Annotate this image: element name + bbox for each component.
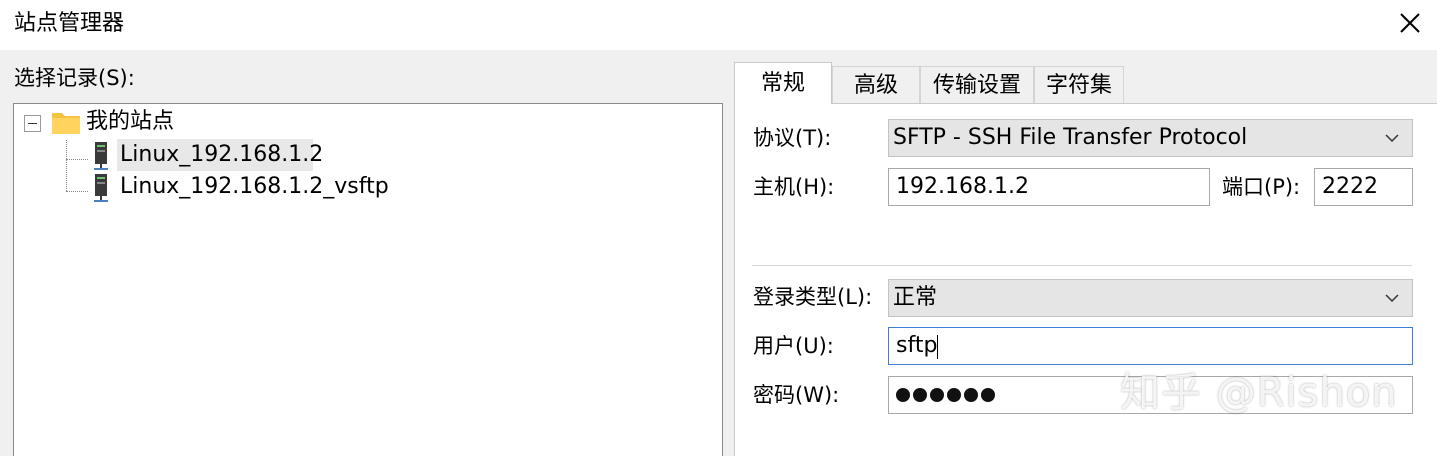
server-icon: [94, 142, 108, 170]
user-value: sftp: [896, 333, 938, 358]
tab-label: 字符集: [1045, 73, 1112, 98]
text-caret: [937, 335, 938, 359]
port-input[interactable]: 2222: [1314, 168, 1413, 206]
user-label: 用户(U):: [753, 334, 834, 358]
tab-charset[interactable]: 字符集: [1034, 66, 1124, 104]
user-input[interactable]: sftp: [888, 327, 1413, 365]
tab-transfer-settings[interactable]: 传输设置: [920, 66, 1034, 104]
tab-advanced[interactable]: 高级: [832, 66, 920, 104]
tree-root[interactable]: 我的站点: [14, 106, 314, 138]
tree-root-label: 我的站点: [86, 109, 175, 134]
chevron-down-icon: [1385, 294, 1399, 303]
protocol-label: 协议(T):: [753, 126, 832, 150]
host-input[interactable]: 192.168.1.2: [888, 168, 1210, 206]
watermark: 知乎 @Rishon: [1120, 370, 1398, 416]
tree-item-label: Linux_192.168.1.2: [120, 142, 324, 167]
tab-label: 常规: [760, 71, 805, 96]
server-icon: [94, 174, 108, 202]
select-entry-label: 选择记录(S):: [14, 66, 135, 90]
tree-item[interactable]: Linux_192.168.1.2: [14, 139, 334, 171]
password-label: 密码(W):: [753, 383, 840, 407]
password-dot: [896, 388, 910, 402]
password-dot: [913, 388, 927, 402]
tab-general[interactable]: 常规: [734, 62, 832, 104]
port-value: 2222: [1322, 174, 1378, 199]
logon-type-select[interactable]: 正常: [888, 279, 1413, 317]
protocol-select[interactable]: SFTP - SSH File Transfer Protocol: [888, 119, 1413, 157]
password-mask: [896, 377, 998, 413]
password-dot: [947, 388, 961, 402]
close-icon: [1400, 13, 1420, 33]
window-title: 站点管理器: [14, 11, 125, 36]
site-tree[interactable]: 我的站点 Linux_192.168.1.2 Linux_192.168.1.2…: [13, 103, 723, 456]
close-button[interactable]: [1393, 6, 1427, 40]
host-value: 192.168.1.2: [896, 174, 1029, 199]
folder-icon: [52, 113, 80, 134]
title-bar: 站点管理器: [0, 0, 1437, 50]
tab-label: 高级: [853, 73, 898, 98]
password-dot: [981, 388, 995, 402]
logon-type-label: 登录类型(L):: [753, 285, 873, 309]
logon-type-value: 正常: [893, 285, 938, 310]
password-dot: [930, 388, 944, 402]
host-label: 主机(H):: [753, 175, 835, 199]
tree-item-label: Linux_192.168.1.2_vsftp: [120, 174, 389, 199]
protocol-value: SFTP - SSH File Transfer Protocol: [893, 125, 1248, 150]
separator: [752, 265, 1412, 266]
tree-item[interactable]: Linux_192.168.1.2_vsftp: [14, 171, 414, 203]
port-label: 端口(P):: [1222, 175, 1301, 199]
collapse-toggle[interactable]: [24, 115, 41, 132]
chevron-down-icon: [1385, 134, 1399, 143]
tab-label: 传输设置: [932, 73, 1021, 98]
password-dot: [964, 388, 978, 402]
